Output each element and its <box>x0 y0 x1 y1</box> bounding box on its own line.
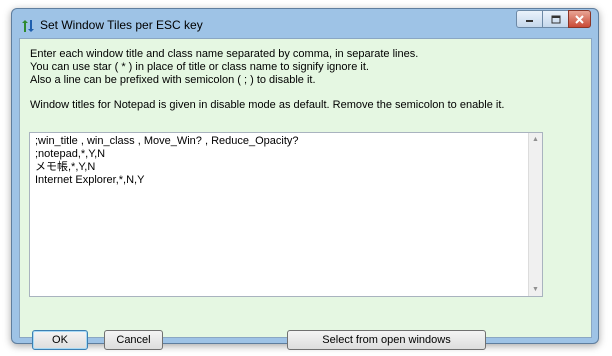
arrows-icon <box>22 20 34 32</box>
select-from-open-windows-button[interactable]: Select from open windows <box>287 330 486 350</box>
minimize-icon <box>526 20 533 22</box>
window-list-textarea[interactable]: ;win_title , win_class , Move_Win? , Red… <box>29 132 543 297</box>
text-line-notepad: ;notepad,*,Y,N <box>35 148 106 160</box>
dialog-window: Set Window Tiles per ESC key Enter each … <box>11 8 599 350</box>
textarea-content: ;win_title , win_class , Move_Win? , Red… <box>35 135 299 187</box>
close-icon <box>575 14 584 24</box>
text-line-header: ;win_title , win_class , Move_Win? , Red… <box>35 135 299 147</box>
scroll-up-icon[interactable]: ▲ <box>529 133 542 146</box>
instruction-line-2: You can use star ( * ) in place of title… <box>30 61 369 73</box>
text-line-memocho: メモ帳,*,Y,N <box>35 161 96 173</box>
vertical-scrollbar[interactable]: ▲ ▼ <box>528 133 542 296</box>
scroll-down-icon[interactable]: ▼ <box>529 283 542 296</box>
dialog-body: Enter each window title and class name s… <box>19 38 592 350</box>
ok-button[interactable]: OK <box>32 330 88 350</box>
title-bar[interactable]: Set Window Tiles per ESC key <box>12 9 598 39</box>
instruction-line-3: Also a line can be prefixed with semicol… <box>30 74 316 86</box>
close-button[interactable] <box>568 10 591 28</box>
notepad-note: Window titles for Notepad is given in di… <box>30 99 505 111</box>
instructions: Enter each window title and class name s… <box>30 48 418 87</box>
maximize-button[interactable] <box>542 10 569 28</box>
instruction-line-1: Enter each window title and class name s… <box>30 48 419 60</box>
minimize-button[interactable] <box>516 10 543 28</box>
maximize-icon <box>551 15 560 23</box>
window-title: Set Window Tiles per ESC key <box>40 18 203 32</box>
cancel-button[interactable]: Cancel <box>104 330 163 350</box>
text-line-ie: Internet Explorer,*,N,Y <box>35 174 145 186</box>
